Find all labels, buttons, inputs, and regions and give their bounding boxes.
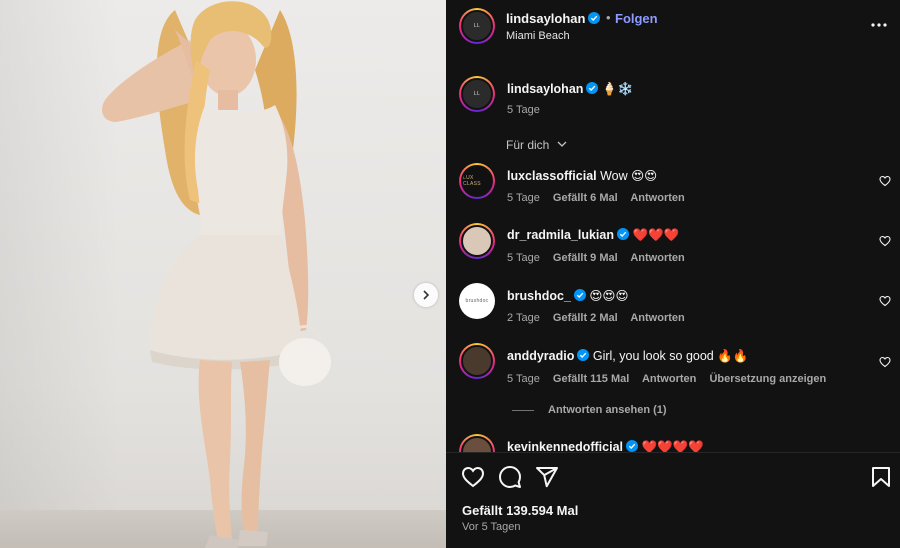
follow-button[interactable]: Folgen [615, 11, 658, 26]
comment: anddyradio Girl, you look so good 🔥🔥 [507, 349, 748, 364]
comment-likes[interactable]: Gefällt 115 Mal [553, 373, 629, 385]
avatar[interactable] [459, 343, 495, 379]
action-bar: Gefällt 139.594 Mal Vor 5 Tagen [446, 453, 900, 548]
more-icon [871, 23, 887, 27]
comment-text: 😍😍😍 [589, 289, 629, 303]
post-author-name[interactable]: lindsaylohan [506, 11, 585, 26]
view-replies-button[interactable]: Antworten ansehen (1) [548, 404, 667, 416]
comment-meta: 5 Tage Gefällt 115 Mal Antworten Überset… [507, 373, 836, 385]
verified-icon [588, 12, 601, 24]
caption-meta: 5 Tage [507, 104, 550, 116]
comment-time[interactable]: 5 Tage [507, 192, 540, 204]
post-photo[interactable] [0, 0, 446, 548]
comment-author[interactable]: dr_radmila_lukian [507, 228, 614, 242]
caption-avatar[interactable]: LL [459, 76, 495, 112]
verified-icon [586, 82, 599, 94]
comment-likes[interactable]: Gefällt 2 Mal [553, 312, 618, 324]
next-image-button[interactable] [414, 283, 438, 307]
verified-icon [573, 289, 586, 301]
comment-likes[interactable]: Gefällt 6 Mal [553, 192, 618, 204]
reply-button[interactable]: Antworten [630, 252, 684, 264]
comment-text: ❤️❤️❤️ [632, 228, 680, 242]
caption-time[interactable]: 5 Tage [507, 104, 540, 116]
post-location[interactable]: Miami Beach [506, 30, 570, 42]
replies-divider [512, 410, 534, 411]
caption-text: 🍦❄️ [601, 82, 634, 96]
post-timestamp[interactable]: Vor 5 Tagen [462, 521, 521, 533]
share-icon[interactable] [535, 465, 559, 489]
post-detail-panel: LL lindsaylohan • Folgen Miami Beach LL … [446, 0, 900, 548]
avatar[interactable]: LUX CLASS [459, 163, 495, 199]
chevron-down-icon [557, 141, 567, 147]
comment-author[interactable]: luxclassofficial [507, 169, 597, 183]
avatar[interactable]: brushdoc [459, 283, 495, 319]
verified-icon [626, 440, 639, 452]
comment-icon[interactable] [498, 465, 522, 489]
more-options-button[interactable] [870, 16, 888, 34]
reply-button[interactable]: Antworten [630, 192, 684, 204]
comment-meta: 2 Tage Gefällt 2 Mal Antworten [507, 312, 695, 324]
comment-meta: 5 Tage Gefällt 6 Mal Antworten [507, 192, 695, 204]
avatar-image: brushdoc [461, 285, 493, 317]
post-likes-count[interactable]: Gefällt 139.594 Mal [462, 503, 578, 518]
avatar-image: LUX CLASS [461, 165, 493, 197]
separator-dot: • [606, 10, 611, 25]
avatar-image [461, 225, 493, 257]
avatar[interactable]: LL [459, 8, 495, 44]
comment-author[interactable]: brushdoc_ [507, 289, 571, 303]
comment: luxclassofficial Wow 😍😍 [507, 168, 657, 183]
comment: dr_radmila_lukian ❤️❤️❤️ [507, 228, 679, 243]
translate-button[interactable]: Übersetzung anzeigen [709, 373, 826, 385]
comment-sort-label: Für dich [506, 138, 550, 152]
caption-author[interactable]: lindsaylohan [507, 82, 583, 96]
bookmark-icon[interactable] [869, 465, 893, 489]
reply-button[interactable]: Antworten [630, 312, 684, 324]
comment-time[interactable]: 5 Tage [507, 252, 540, 264]
caption: lindsaylohan 🍦❄️ [507, 82, 633, 97]
comment-sort-dropdown[interactable]: Für dich [506, 138, 567, 152]
heart-icon[interactable] [879, 235, 891, 247]
comment-text: Wow 😍😍 [600, 169, 658, 183]
comment-meta: 5 Tage Gefällt 9 Mal Antworten [507, 252, 695, 264]
photo-figure [102, 1, 331, 548]
comment: brushdoc_ 😍😍😍 [507, 288, 628, 303]
verified-icon [617, 228, 629, 240]
avatar-image [461, 345, 493, 377]
comment-author[interactable]: anddyradio [507, 349, 574, 363]
chevron-right-icon [423, 290, 430, 300]
comment-likes[interactable]: Gefällt 9 Mal [553, 252, 618, 264]
verified-icon [577, 349, 590, 361]
avatar-image: LL [461, 78, 493, 110]
post-author[interactable]: lindsaylohan [506, 11, 601, 26]
heart-icon[interactable] [879, 295, 891, 307]
avatar[interactable] [459, 223, 495, 259]
heart-icon[interactable] [879, 175, 891, 187]
heart-icon[interactable] [461, 465, 485, 489]
heart-icon[interactable] [879, 356, 891, 368]
avatar-image: LL [461, 10, 493, 42]
comment-text: Girl, you look so good 🔥🔥 [592, 349, 749, 363]
post-header: LL lindsaylohan • Folgen Miami Beach [446, 0, 900, 56]
comment-time[interactable]: 5 Tage [507, 373, 540, 385]
comment-time[interactable]: 2 Tage [507, 312, 540, 324]
reply-button[interactable]: Antworten [642, 373, 696, 385]
